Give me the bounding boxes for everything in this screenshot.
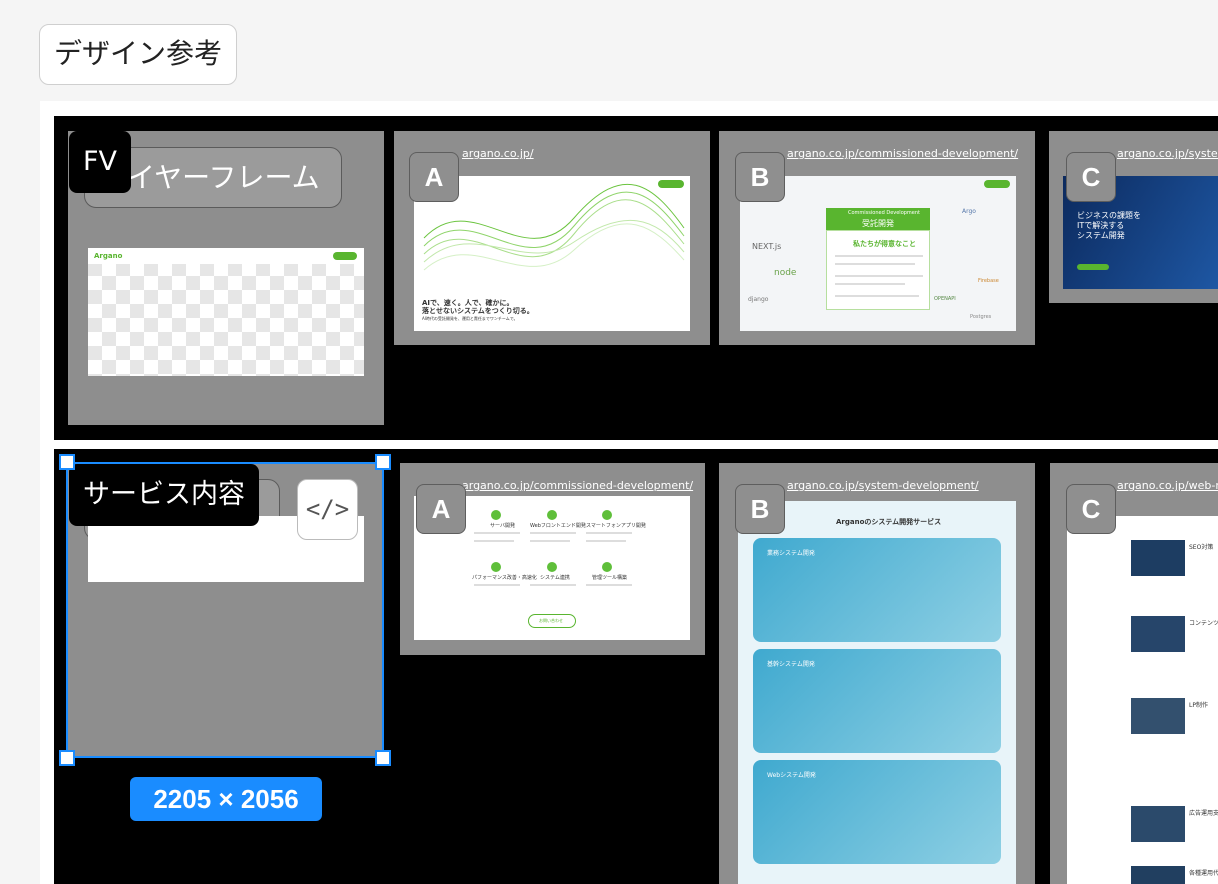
resize-handle-bottom-right[interactable] [375,750,391,766]
fv-ref-a-badge: A [409,152,459,202]
fv-ref-a-hero-3: AI時代の受託開発を、運用と責任までワンチームで。 [422,316,518,321]
fv-ref-a-url[interactable]: argano.co.jp/ [462,147,534,160]
fv-ref-b-badge: B [735,152,785,202]
selection-outline[interactable] [66,462,384,758]
resize-handle-bottom-left[interactable] [59,750,75,766]
dimension-badge: 2205 × 2056 [130,777,322,821]
fv-ref-c-badge: C [1066,152,1116,202]
fv-ref-a-hero-2: 落とせないシステムをつくり切る。 [422,307,534,315]
mock-contact-button [333,252,357,260]
commissioned-title-box: Commissioned Development 受託開発 [826,208,930,230]
service-ref-c-url[interactable]: argano.co.jp/web-marketing/ [1117,479,1218,492]
resize-handle-top-left[interactable] [59,454,75,470]
service-ref-b-url[interactable]: argano.co.jp/system-development/ [787,479,979,492]
resize-handle-top-right[interactable] [375,454,391,470]
service-ref-b-badge: B [735,484,785,534]
mock-brand: Argano [94,252,123,260]
design-board-canvas: デザイン参考 ワイヤーフレーム Argano FV argano.co.jp/ … [0,0,1218,884]
fv-ref-c-url[interactable]: argano.co.jp/system-development/ [1117,147,1218,160]
service-ref-b-screenshot: Arganoのシステム開発サービス 業務システム開発 基幹システム開発 Webシ… [738,501,1016,884]
service-ref-a-button: お問い合わせ [528,614,576,628]
service-ref-a-badge: A [416,484,466,534]
wireframe-mock: Argano [88,248,364,376]
service-ref-c-badge: C [1066,484,1116,534]
service-ref-c-screenshot: SEO対策 コンテンツマーケ LP制作 広告運用支援 各種運用代行 [1067,516,1218,884]
fv-ref-b-url[interactable]: argano.co.jp/commissioned-development/ [787,147,1018,160]
section-label-fv: FV [69,131,132,193]
service-ref-a-url[interactable]: argano.co.jp/commissioned-development/ [462,479,693,492]
page-title[interactable]: デザイン参考 [39,24,238,85]
